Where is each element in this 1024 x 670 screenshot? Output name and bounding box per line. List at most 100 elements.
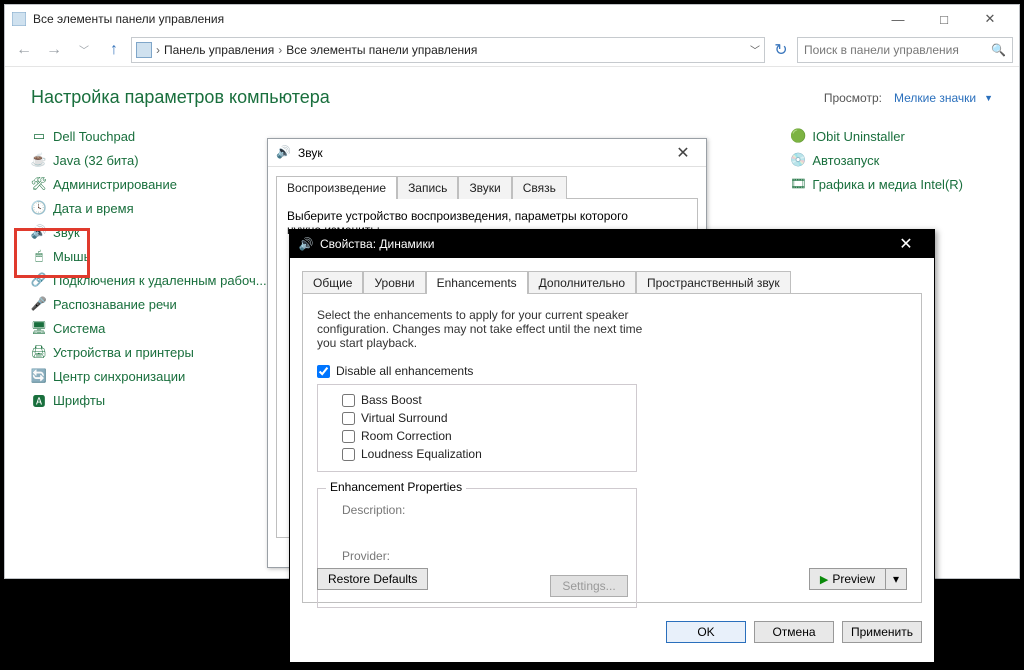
cp-item-label: Центр синхронизации: [53, 369, 185, 384]
cp-item-label: IObit Uninstaller: [812, 129, 904, 144]
restore-defaults-button[interactable]: Restore Defaults: [317, 568, 428, 590]
props-dialog-buttons: OK Отмена Применить: [290, 615, 934, 653]
settings-button: Settings...: [550, 575, 628, 597]
crumb-1[interactable]: Все элементы панели управления: [286, 43, 477, 57]
enhancement-checkbox[interactable]: [342, 412, 355, 425]
sound-tab-0[interactable]: Воспроизведение: [276, 176, 397, 199]
cp-item-sync[interactable]: 🔄 Центр синхронизации: [31, 364, 267, 388]
cp-item-system[interactable]: 🖥 Система: [31, 316, 267, 340]
cp-item-rdp[interactable]: 🔗Подключения к удаленным рабоч...: [31, 268, 267, 292]
sound-icon: 🔊: [31, 224, 47, 240]
props-title: Свойства: Динамики: [320, 237, 434, 251]
sound-tab-2[interactable]: Звуки: [458, 176, 511, 199]
maximize-button[interactable]: □: [921, 5, 967, 33]
cp-item-intel-graphics[interactable]: 🎞Графика и медиа Intel(R): [790, 172, 963, 196]
props-tab-дополнительно[interactable]: Дополнительно: [528, 271, 636, 294]
breadcrumb[interactable]: › Панель управления › Все элементы панел…: [131, 37, 765, 63]
props-tab-пространственный звук[interactable]: Пространственный звук: [636, 271, 791, 294]
enhancement-option-0[interactable]: Bass Boost: [342, 391, 626, 409]
cp-item-datetime[interactable]: 🕓Дата и время: [31, 196, 267, 220]
props-tab-уровни[interactable]: Уровни: [363, 271, 425, 294]
admin-icon: 🛠: [31, 176, 47, 192]
system-icon: 🖥: [31, 320, 47, 336]
cp-item-dell-touchpad[interactable]: ▭Dell Touchpad: [31, 124, 267, 148]
close-button[interactable]: ✕: [967, 5, 1013, 33]
enhancement-option-label: Bass Boost: [361, 393, 422, 407]
control-panel-icon: [11, 11, 27, 27]
props-tab-общие[interactable]: Общие: [302, 271, 363, 294]
nav-forward-icon[interactable]: →: [41, 37, 67, 63]
cp-item-label: Звук: [53, 225, 80, 240]
cp-item-sound[interactable]: 🔊 Звук: [31, 220, 267, 244]
sound-tab-1[interactable]: Запись: [397, 176, 458, 199]
cp-item-autorun[interactable]: 💿 Автозапуск: [790, 148, 963, 172]
search-input[interactable]: Поиск в панели управления 🔍: [797, 37, 1013, 63]
cp-item-speech[interactable]: 🎤Распознавание речи: [31, 292, 267, 316]
chevron-down-icon[interactable]: ﹀: [750, 42, 760, 57]
sound-dialog-title-text: Звук: [298, 146, 323, 160]
enhancement-checkbox[interactable]: [342, 394, 355, 407]
cp-item-label: Шрифты: [53, 393, 105, 408]
rdp-icon: 🔗: [31, 272, 47, 288]
sync-icon: 🔄: [31, 368, 47, 384]
enhancement-option-1[interactable]: Virtual Surround: [342, 409, 626, 427]
cp-item-label: Администрирование: [53, 177, 177, 192]
view-mode[interactable]: Просмотр: Мелкие значки ▼: [824, 91, 993, 105]
preview-dropdown-button[interactable]: ▾: [885, 568, 907, 590]
cp-item-iobit[interactable]: 🟢IObit Uninstaller: [790, 124, 963, 148]
props-tab-enhancements[interactable]: Enhancements: [426, 271, 528, 294]
preview-button[interactable]: ▶ Preview: [809, 568, 885, 590]
cp-item-label: Система: [53, 321, 105, 336]
enhancement-option-label: Room Correction: [361, 429, 452, 443]
enhancement-option-3[interactable]: Loudness Equalization: [342, 445, 626, 463]
enhancements-list: Bass Boost Virtual Surround Room Correctio…: [317, 384, 637, 472]
window-title: Все элементы панели управления: [33, 12, 224, 26]
enhancement-option-2[interactable]: Room Correction: [342, 427, 626, 445]
cp-item-mouse[interactable]: 🖱 Мышь: [31, 244, 267, 268]
speaker-icon: 🔊: [298, 236, 314, 252]
subheader: Настройка параметров компьютера Просмотр…: [5, 67, 1019, 114]
refresh-icon[interactable]: ↻: [769, 38, 793, 62]
nav-up-icon[interactable]: ↑: [101, 37, 127, 63]
disable-all-label: Disable all enhancements: [336, 364, 473, 378]
search-placeholder: Поиск в панели управления: [804, 43, 959, 57]
cp-item-java[interactable]: ☕Java (32 бита): [31, 148, 267, 172]
nav-history-icon[interactable]: ﹀: [71, 37, 97, 63]
sound-dialog-title: 🔊 Звук ✕: [268, 139, 706, 167]
speech-icon: 🎤: [31, 296, 47, 312]
enhancement-checkbox[interactable]: [342, 448, 355, 461]
chevron-right-icon: ›: [278, 43, 282, 57]
search-icon[interactable]: 🔍: [991, 43, 1006, 57]
close-icon[interactable]: ✕: [668, 143, 698, 163]
description-label: Description:: [342, 503, 405, 517]
sound-tab-3[interactable]: Связь: [512, 176, 567, 199]
cp-item-label: Мышь: [53, 249, 90, 264]
titlebar: Все элементы панели управления ― □ ✕: [5, 5, 1019, 33]
mouse-icon: 🖱: [31, 248, 47, 264]
minimize-button[interactable]: ―: [875, 5, 921, 33]
close-icon[interactable]: ✕: [886, 234, 926, 254]
fonts-icon: 🅰: [31, 392, 47, 408]
speaker-properties-dialog: 🔊 Свойства: Динамики ✕ ОбщиеУровниEnhanc…: [289, 229, 935, 663]
cp-item-admin[interactable]: 🛠 Администрирование: [31, 172, 267, 196]
disable-all-checkbox-input[interactable]: [317, 365, 330, 378]
ok-button[interactable]: OK: [666, 621, 746, 643]
apply-button[interactable]: Применить: [842, 621, 922, 643]
enhancement-option-label: Virtual Surround: [361, 411, 448, 425]
cancel-button[interactable]: Отмена: [754, 621, 834, 643]
autorun-icon: 💿: [790, 152, 806, 168]
props-tabs: ОбщиеУровниEnhancementsДополнительноПрос…: [302, 270, 922, 293]
nav-back-icon[interactable]: ←: [11, 37, 37, 63]
cp-item-fonts[interactable]: 🅰 Шрифты: [31, 388, 267, 412]
enhancement-checkbox[interactable]: [342, 430, 355, 443]
datetime-icon: 🕓: [31, 200, 47, 216]
crumb-0[interactable]: Панель управления: [164, 43, 274, 57]
view-label: Просмотр:: [824, 91, 882, 105]
cp-item-devices[interactable]: 🖨Устройства и принтеры: [31, 340, 267, 364]
enhancement-option-label: Loudness Equalization: [361, 447, 482, 461]
cp-item-label: Автозапуск: [812, 153, 879, 168]
enhancement-properties-label: Enhancement Properties: [326, 480, 466, 494]
disable-all-enhancements-checkbox[interactable]: Disable all enhancements: [317, 362, 907, 380]
sound-tabs: ВоспроизведениеЗаписьЗвукиСвязь: [276, 175, 698, 198]
props-instruction: Select the enhancements to apply for you…: [317, 308, 657, 350]
